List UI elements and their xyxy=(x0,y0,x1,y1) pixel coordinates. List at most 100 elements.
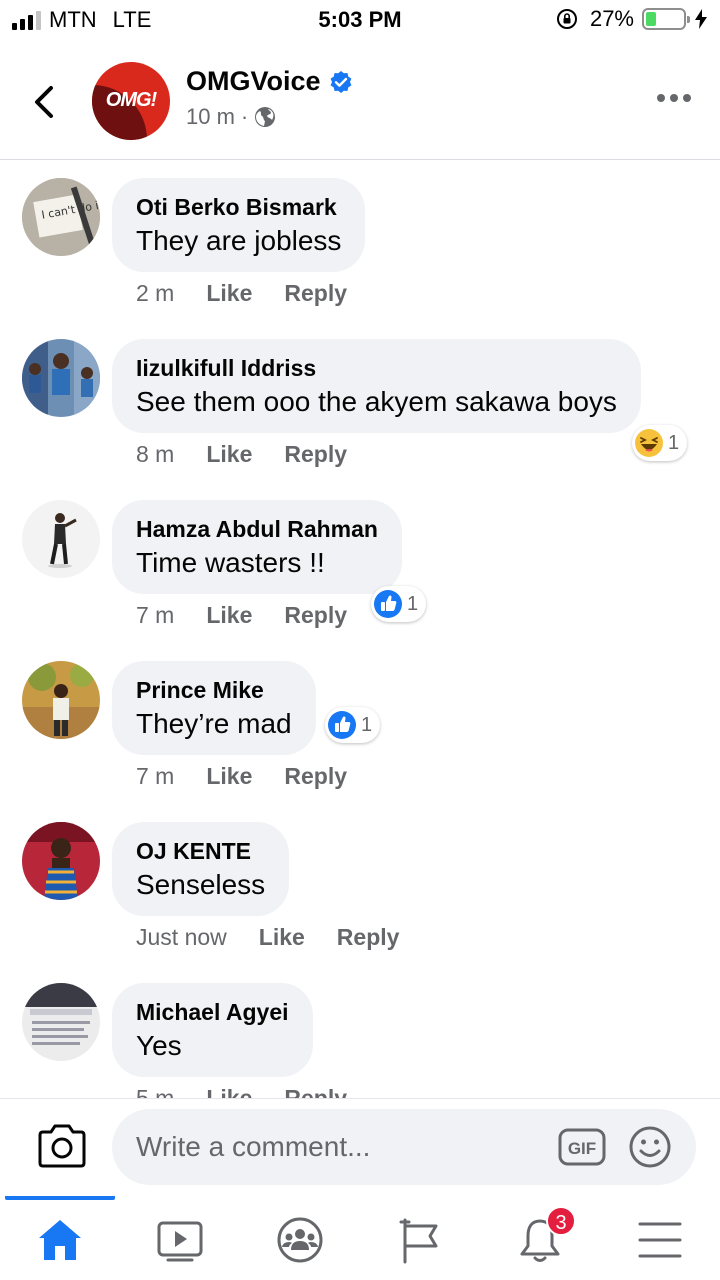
like-button[interactable]: Like xyxy=(206,441,252,468)
home-icon xyxy=(39,1220,81,1260)
nav-notifications[interactable]: 3 xyxy=(480,1196,600,1280)
like-button[interactable]: Like xyxy=(259,924,305,951)
comment-author[interactable]: Prince Mike xyxy=(136,677,292,703)
comment-bubble[interactable]: Oti Berko Bismark They are jobless xyxy=(112,178,366,272)
comment-time: Just now xyxy=(136,924,227,950)
reply-button[interactable]: Reply xyxy=(284,602,347,629)
comment-actions: 8 m Like Reply xyxy=(136,441,347,468)
bottom-navigation: 3 xyxy=(0,1196,720,1280)
emoji-icon[interactable] xyxy=(628,1125,672,1169)
comment-actions: 7 m Like Reply xyxy=(136,763,347,790)
comment-input[interactable] xyxy=(112,1109,696,1185)
watch-icon xyxy=(157,1221,203,1262)
back-icon[interactable] xyxy=(24,80,68,124)
groups-icon xyxy=(277,1217,323,1263)
comment-text: Time wasters !! xyxy=(136,547,325,578)
reply-button[interactable]: Reply xyxy=(284,280,347,307)
gif-label: GIF xyxy=(568,1139,596,1158)
reply-button[interactable]: Reply xyxy=(284,441,347,468)
camera-icon[interactable] xyxy=(36,1123,88,1169)
nav-watch[interactable] xyxy=(120,1196,240,1280)
comment-time: 7 m xyxy=(136,602,175,628)
verified-badge-icon xyxy=(330,70,351,93)
comment-author[interactable]: Hamza Abdul Rahman xyxy=(136,516,378,542)
notification-badge: 3 xyxy=(546,1206,576,1236)
comment-bubble[interactable]: OJ KENTE Senseless xyxy=(112,822,290,916)
comment-composer: GIF xyxy=(0,1098,720,1196)
battery-level xyxy=(646,12,656,26)
more-options-icon[interactable] xyxy=(656,92,692,104)
commenter-avatar[interactable] xyxy=(22,339,100,417)
comment-author[interactable]: Iizulkifull Iddriss xyxy=(136,355,617,381)
comment-text: Senseless xyxy=(136,869,266,900)
comment-bubble[interactable]: Hamza Abdul Rahman Time wasters !! xyxy=(112,500,402,594)
comment-text: Yes xyxy=(136,1030,182,1061)
comment-time: 5 m xyxy=(136,1085,175,1098)
avatar-image xyxy=(22,822,100,900)
nav-pages[interactable] xyxy=(360,1196,480,1280)
commenter-avatar[interactable] xyxy=(22,822,100,900)
nav-groups[interactable] xyxy=(240,1196,360,1280)
like-reaction-icon xyxy=(328,711,356,739)
commenter-avatar[interactable] xyxy=(22,983,100,1061)
avatar-image xyxy=(22,983,100,1061)
comment-bubble[interactable]: Michael Agyei Yes xyxy=(112,983,313,1077)
comment-time: 7 m xyxy=(136,763,175,789)
status-bar: MTN LTE 5:03 PM 27% xyxy=(0,0,720,40)
reaction-badge[interactable]: 1 xyxy=(371,586,427,622)
comment-actions: 5 m Like Reply xyxy=(136,1085,347,1098)
orientation-lock-icon xyxy=(556,9,577,29)
commenter-avatar[interactable] xyxy=(22,500,100,578)
reaction-count: 1 xyxy=(668,431,680,454)
page-name-row: OMGVoice xyxy=(186,66,353,97)
reply-button[interactable]: Reply xyxy=(284,1085,347,1098)
reaction-badge[interactable]: 1 xyxy=(325,707,381,743)
comment-author[interactable]: Oti Berko Bismark xyxy=(136,194,341,220)
avatar-image xyxy=(22,500,100,578)
comment-bubble[interactable]: Iizulkifull Iddriss See them ooo the aky… xyxy=(112,339,641,433)
post-header: OMG! OMGVoice 10 m · xyxy=(0,44,720,160)
globe-icon xyxy=(255,107,276,127)
comment-actions: Just now Like Reply xyxy=(136,924,399,951)
like-reaction-icon xyxy=(374,590,402,618)
commenter-avatar[interactable]: I can't do it xyxy=(22,178,100,256)
like-button[interactable]: Like xyxy=(206,1085,252,1098)
haha-reaction-icon xyxy=(635,429,663,457)
avatar-image xyxy=(22,339,100,417)
reaction-count: 1 xyxy=(407,592,419,615)
gif-icon[interactable]: GIF xyxy=(558,1127,606,1167)
battery-icon xyxy=(642,8,690,30)
like-button[interactable]: Like xyxy=(206,763,252,790)
comment-author[interactable]: OJ KENTE xyxy=(136,838,265,864)
avatar-image xyxy=(22,661,100,739)
comment-bubble[interactable]: Prince Mike They’re mad xyxy=(112,661,316,755)
comment-time: 8 m xyxy=(136,441,175,467)
pages-icon xyxy=(399,1218,438,1264)
comment-time: 2 m xyxy=(136,280,175,306)
comment-actions: 2 m Like Reply xyxy=(136,280,347,307)
page-avatar[interactable]: OMG! xyxy=(92,62,170,140)
page-name[interactable]: OMGVoice xyxy=(186,66,321,97)
comment-text: They are jobless xyxy=(136,225,342,256)
reaction-badge[interactable]: 1 xyxy=(632,425,688,461)
post-time[interactable]: 10 m xyxy=(186,104,235,130)
charging-icon xyxy=(695,9,707,29)
nav-menu[interactable] xyxy=(600,1196,720,1280)
commenter-avatar[interactable] xyxy=(22,661,100,739)
reaction-count: 1 xyxy=(361,713,373,736)
reply-button[interactable]: Reply xyxy=(337,924,400,951)
status-right: 27% xyxy=(556,6,708,32)
like-button[interactable]: Like xyxy=(206,280,252,307)
reply-button[interactable]: Reply xyxy=(284,763,347,790)
menu-icon xyxy=(638,1222,682,1258)
active-tab-indicator xyxy=(5,1196,115,1200)
comments-list[interactable]: I can't do it Oti Berko Bismark They are… xyxy=(0,160,720,1098)
nav-home[interactable] xyxy=(0,1196,120,1280)
meta-separator: · xyxy=(240,104,249,129)
page-avatar-logo: OMG! xyxy=(105,89,157,111)
like-button[interactable]: Like xyxy=(206,602,252,629)
post-meta: 10 m · xyxy=(186,104,276,130)
comment-text: See them ooo the akyem sakawa boys xyxy=(136,386,617,417)
comment-actions: 7 m Like Reply xyxy=(136,602,347,629)
comment-author[interactable]: Michael Agyei xyxy=(136,999,289,1025)
